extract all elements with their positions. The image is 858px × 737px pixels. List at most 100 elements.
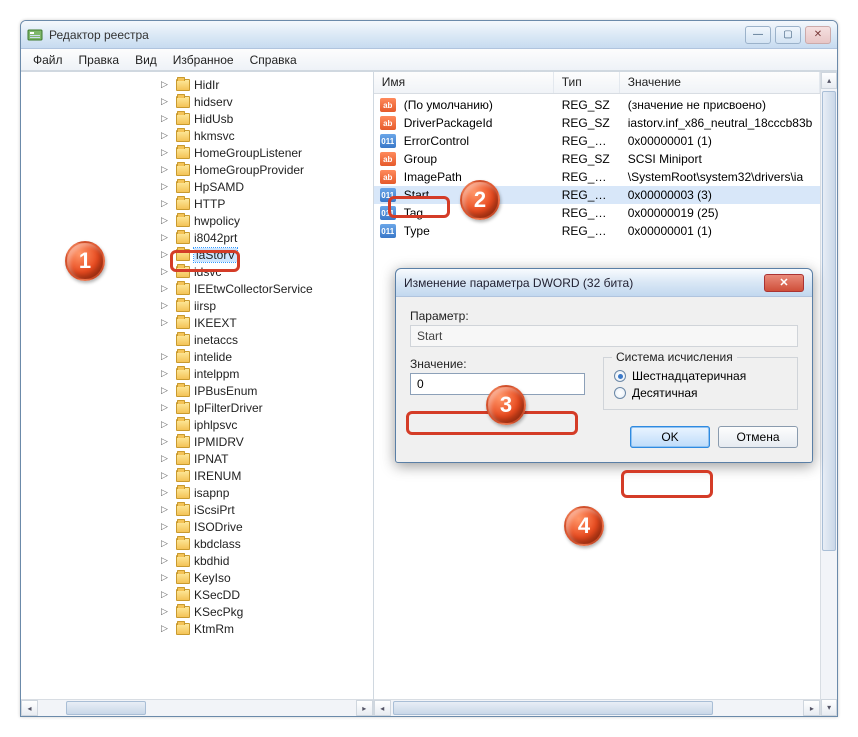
list-row[interactable]: abImagePathREG_E...\SystemRoot\system32\…	[374, 168, 821, 186]
tree-item[interactable]: isapnp	[161, 484, 373, 501]
expand-icon[interactable]	[161, 130, 172, 141]
cancel-button[interactable]: Отмена	[718, 426, 798, 448]
radio-hex-row[interactable]: Шестнадцатеричная	[614, 369, 787, 383]
tree-item[interactable]: HomeGroupListener	[161, 144, 373, 161]
tree-item[interactable]: ISODrive	[161, 518, 373, 535]
expand-icon[interactable]	[161, 266, 172, 277]
minimize-button[interactable]: —	[745, 26, 771, 44]
col-type[interactable]: Тип	[554, 72, 620, 93]
expand-icon[interactable]	[161, 96, 172, 107]
expand-icon[interactable]	[161, 79, 172, 90]
expand-icon[interactable]	[161, 215, 172, 226]
expand-icon[interactable]	[161, 419, 172, 430]
list-row[interactable]: 011ErrorControlREG_D...0x00000001 (1)	[374, 132, 821, 150]
expand-icon[interactable]	[161, 198, 172, 209]
tree-item[interactable]: HTTP	[161, 195, 373, 212]
col-name[interactable]: Имя	[374, 72, 554, 93]
expand-icon[interactable]	[161, 504, 172, 515]
close-button[interactable]: ✕	[805, 26, 831, 44]
tree-item[interactable]: HidIr	[161, 76, 373, 93]
tree-item[interactable]: hkmsvc	[161, 127, 373, 144]
tree-item[interactable]: IPMIDRV	[161, 433, 373, 450]
tree-item[interactable]: kbdhid	[161, 552, 373, 569]
ok-button[interactable]: OK	[630, 426, 710, 448]
tree-item[interactable]: IpFilterDriver	[161, 399, 373, 416]
expand-icon[interactable]	[161, 232, 172, 243]
list-row[interactable]: 011TagREG_D...0x00000019 (25)	[374, 204, 821, 222]
tree-item[interactable]: inetaccs	[161, 331, 373, 348]
menu-help[interactable]: Справка	[242, 51, 305, 69]
dialog-close-button[interactable]: ✕	[764, 274, 804, 292]
tree-item[interactable]: IEEtwCollectorService	[161, 280, 373, 297]
expand-icon[interactable]	[161, 164, 172, 175]
tree-item[interactable]: HomeGroupProvider	[161, 161, 373, 178]
scroll-down-icon[interactable]: ▾	[821, 699, 837, 716]
tree-item[interactable]: IRENUM	[161, 467, 373, 484]
scroll-up-icon[interactable]: ▴	[821, 72, 837, 89]
expand-icon[interactable]	[161, 521, 172, 532]
tree-item[interactable]: intelide	[161, 348, 373, 365]
list-row[interactable]: ab(По умолчанию)REG_SZ(значение не присв…	[374, 96, 821, 114]
menu-file[interactable]: Файл	[25, 51, 71, 69]
tree-item[interactable]: KeyIso	[161, 569, 373, 586]
scroll-track[interactable]	[38, 700, 356, 716]
value-input[interactable]	[410, 373, 585, 395]
expand-icon[interactable]	[161, 283, 172, 294]
tree-item[interactable]: intelppm	[161, 365, 373, 382]
tree-list[interactable]: HidIrhidservHidUsbhkmsvcHomeGroupListene…	[21, 72, 373, 699]
list-row[interactable]: 011TypeREG_D...0x00000001 (1)	[374, 222, 821, 240]
menu-edit[interactable]: Правка	[71, 51, 128, 69]
scroll-right-icon[interactable]: ▸	[356, 700, 373, 716]
scroll-thumb[interactable]	[66, 701, 146, 715]
scroll-right-icon[interactable]: ▸	[803, 700, 820, 716]
tree-item[interactable]: KSecPkg	[161, 603, 373, 620]
tree-item[interactable]: hwpolicy	[161, 212, 373, 229]
expand-icon[interactable]	[161, 300, 172, 311]
tree-item[interactable]: IKEEXT	[161, 314, 373, 331]
expand-icon[interactable]	[161, 538, 172, 549]
menu-view[interactable]: Вид	[127, 51, 165, 69]
list-row[interactable]: 011StartREG_D...0x00000003 (3)	[374, 186, 821, 204]
scroll-left-icon[interactable]: ◂	[21, 700, 38, 716]
expand-icon[interactable]	[161, 385, 172, 396]
tree-item[interactable]: iaStorV	[161, 246, 373, 263]
tree-item[interactable]: iirsp	[161, 297, 373, 314]
tree-item[interactable]: kbdclass	[161, 535, 373, 552]
vscroll[interactable]: ▴ ▾	[820, 72, 837, 716]
list-header[interactable]: Имя Тип Значение	[374, 72, 821, 94]
tree-item[interactable]: hidserv	[161, 93, 373, 110]
expand-icon[interactable]	[161, 147, 172, 158]
radio-hex[interactable]	[614, 370, 626, 382]
expand-icon[interactable]	[161, 436, 172, 447]
radio-dec[interactable]	[614, 387, 626, 399]
expand-icon[interactable]	[161, 555, 172, 566]
scroll-thumb[interactable]	[393, 701, 713, 715]
expand-icon[interactable]	[161, 453, 172, 464]
col-value[interactable]: Значение	[620, 72, 821, 93]
scroll-left-icon[interactable]: ◂	[374, 700, 391, 716]
expand-icon[interactable]	[161, 351, 172, 362]
maximize-button[interactable]: ▢	[775, 26, 801, 44]
radio-dec-row[interactable]: Десятичная	[614, 386, 787, 400]
expand-icon[interactable]	[161, 368, 172, 379]
scroll-track[interactable]	[391, 700, 804, 716]
expand-icon[interactable]	[161, 249, 172, 260]
scroll-track[interactable]	[821, 89, 837, 699]
tree-item[interactable]: KSecDD	[161, 586, 373, 603]
expand-icon[interactable]	[161, 623, 172, 634]
tree-item[interactable]: idsvc	[161, 263, 373, 280]
expand-icon[interactable]	[161, 402, 172, 413]
tree-item[interactable]: KtmRm	[161, 620, 373, 637]
expand-icon[interactable]	[161, 487, 172, 498]
tree-item[interactable]: IPBusEnum	[161, 382, 373, 399]
expand-icon[interactable]	[161, 606, 172, 617]
tree-item[interactable]: IPNAT	[161, 450, 373, 467]
tree-item[interactable]: HidUsb	[161, 110, 373, 127]
tree-hscroll[interactable]: ◂ ▸	[21, 699, 373, 716]
menu-favorites[interactable]: Избранное	[165, 51, 242, 69]
expand-icon[interactable]	[161, 181, 172, 192]
list-row[interactable]: abDriverPackageIdREG_SZiastorv.inf_x86_n…	[374, 114, 821, 132]
list-row[interactable]: abGroupREG_SZSCSI Miniport	[374, 150, 821, 168]
tree-item[interactable]: iScsiPrt	[161, 501, 373, 518]
tree-item[interactable]: iphlpsvc	[161, 416, 373, 433]
